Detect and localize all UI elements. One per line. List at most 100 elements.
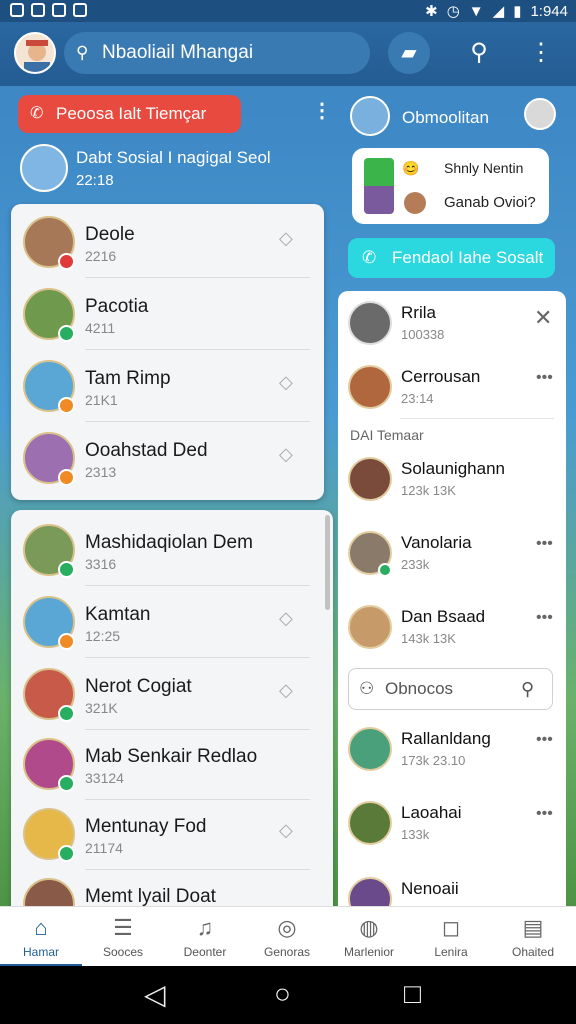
avatar [348,801,392,845]
phone-icon: ✆ [30,105,44,122]
status-badge [58,397,75,414]
profile-avatar[interactable] [14,32,56,74]
back-icon[interactable]: ◁ [144,978,166,1011]
search-bar[interactable]: ⚲ Nbaoliail Mhangai [64,32,370,74]
search-input[interactable]: ⚇ Obnocos ⚲ [348,668,553,710]
list-icon: ☰ [113,915,133,940]
contacts-card-primary: Deole 2216 ◇ Pacotia 4211 Tam Rimp 21K1 … [11,204,324,500]
tab-genoras[interactable]: ◎ Genoras [246,907,328,967]
more-icon[interactable]: ••• [536,369,553,387]
friend-request-pill[interactable]: ✆ Peoosa Ialt Tiemçar [18,95,241,133]
call-pill[interactable]: ✆ Fendaol Iahe Sosalt [348,238,555,278]
home-circle-icon[interactable]: ○ [274,978,291,1010]
list-item[interactable]: Deole 2216 ◇ [11,206,324,278]
contacts-card-secondary: Mashidaqiolan Dem 3316 Kamtan 12:25 ◇ Ne… [11,510,333,930]
avatar [348,365,392,409]
chat-bubble-button[interactable]: ▰ [388,32,430,74]
signal-icon: ◢ [492,3,505,20]
more-icon[interactable]: ••• [536,535,553,553]
divider [400,418,554,419]
notification-icon [10,3,24,17]
chat-icon: ◻ [441,915,461,940]
close-icon[interactable]: ✕ [534,305,552,331]
search-button[interactable]: ⚲ [458,32,500,74]
wifi-icon: ▼ [468,2,484,20]
avatar [348,605,392,649]
chat-user-name: Obmoolitan [402,108,489,127]
status-badge [58,633,75,650]
tab-sooces[interactable]: ☰ Sooces [82,907,164,967]
emoji-icon: 😊 [402,160,420,176]
list-item[interactable]: Vanolaria 233k ••• [338,525,566,589]
list-item[interactable]: Mashidaqiolan Dem 3316 [11,514,324,586]
recents-icon[interactable]: □ [404,978,421,1010]
tab-marlenior[interactable]: ◍ Marlenior [328,907,410,967]
system-nav-bar: ◁ ○ □ [0,966,576,1024]
status-badge [58,253,75,270]
tab-home[interactable]: ⌂ Hamar [0,907,82,967]
list-item[interactable]: Nerot Cogiat 321K ◇ [11,658,324,730]
pin-icon[interactable]: ◇ [279,228,301,250]
status-badge [58,561,75,578]
pin-icon[interactable]: ◇ [279,444,301,466]
avatar [404,192,426,214]
scrollbar[interactable] [325,515,330,610]
more-icon[interactable]: ••• [536,609,553,627]
compass-icon [348,301,392,345]
panel-header[interactable]: Rrila 100338 [338,295,566,359]
notification-icon [73,3,87,17]
message-bubble[interactable]: 😊 Shnly Nentin Ganab Ovioi? [352,148,549,224]
user-name: Dabt Sosial I nagigal Seol [76,148,271,167]
list-item[interactable]: Solaunighann 123k 13K [338,451,566,515]
list-item[interactable]: Ooahstad Ded 2313 ◇ [11,422,324,494]
pin-icon[interactable]: ◇ [279,372,301,394]
bluetooth-icon: ✱ [425,3,438,20]
section-label: DAI Temaar [350,427,424,443]
more-options-icon[interactable]: ⋮ [312,98,332,123]
list-item[interactable]: Rallanldang 173k 23.10 ••• [338,721,566,785]
home-icon: ⌂ [34,915,48,940]
avatar[interactable] [524,98,556,130]
list-item[interactable]: Mab Senkair Redlao 33124 [11,728,324,800]
current-user-row[interactable]: Dabt Sosial I nagigal Seol 22:18 [20,142,320,196]
bell-icon: ♫ [196,915,214,940]
avatar[interactable] [350,96,390,136]
more-icon[interactable]: ••• [536,805,553,823]
status-badge [58,325,75,342]
tab-deonter[interactable]: ♫ Deonter [164,907,246,967]
search-icon: ⚲ [521,679,535,699]
user-time: 22:18 [76,172,114,189]
status-bar: ✱ ◷ ▼ ◢ ▮ 1:944 [0,0,576,22]
avatar [348,457,392,501]
app-bar: ⚲ Nbaoliail Mhangai ▰ ⚲ ⋮ [0,22,576,86]
list-item[interactable]: Kamtan 12:25 ◇ [11,586,324,658]
more-icon[interactable]: ••• [536,731,553,749]
list-item[interactable]: Cerrousan 23:14 ••• [338,359,566,423]
phone-icon: ✆ [362,248,377,267]
pin-icon[interactable]: ◇ [279,680,301,702]
doc-icon: ▤ [522,915,544,940]
tab-lenira[interactable]: ◻ Lenira [410,907,492,967]
search-icon: ⚲ [76,43,89,62]
pin-icon[interactable]: ◇ [279,820,301,842]
user-icon: ⚇ [359,679,375,698]
more-menu-button[interactable]: ⋮ [520,32,562,74]
status-badge [378,563,392,577]
notification-icon [52,3,66,17]
list-item[interactable]: Tam Rimp 21K1 ◇ [11,350,324,422]
bottom-nav: ⌂ Hamar ☰ Sooces ♫ Deonter ◎ Genoras ◍ M… [0,906,576,967]
tab-ohaited[interactable]: ▤ Ohaited [492,907,574,967]
alarm-icon: ◷ [446,3,460,20]
status-badge [58,705,75,722]
list-item[interactable]: Dan Bsaad 143k 13K ••• [338,599,566,663]
avatar [348,727,392,771]
sticker-icon [364,158,394,214]
status-badge [58,775,75,792]
pin-icon[interactable]: ◇ [279,608,301,630]
list-item[interactable]: Mentunay Fod 21174 ◇ [11,798,324,870]
list-item[interactable]: Laoahai 133k ••• [338,795,566,859]
globe-icon: ◍ [359,915,379,940]
chat-list-panel: Rrila 100338 ✕ Cerrousan 23:14 ••• DAI T… [338,291,566,921]
clock: 1:944 [530,2,568,20]
list-item[interactable]: Pacotia 4211 [11,278,324,350]
